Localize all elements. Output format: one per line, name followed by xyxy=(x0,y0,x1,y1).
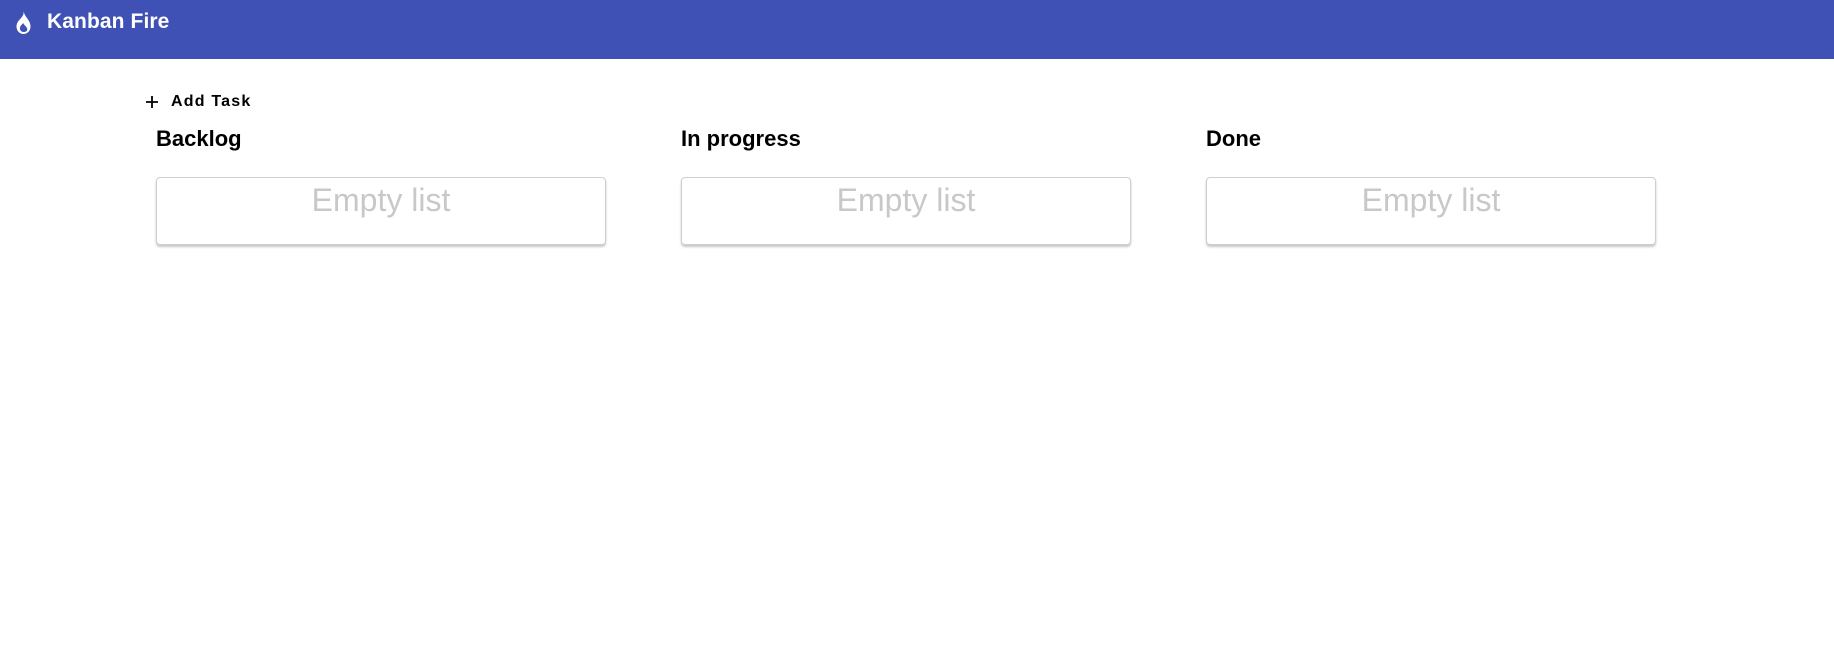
column-title: Backlog xyxy=(156,126,242,151)
kanban-board: Backlog Empty list In progress Empty lis… xyxy=(156,124,1656,245)
app-toolbar: Kanban Fire xyxy=(0,0,1834,59)
empty-list-text: Empty list xyxy=(1361,182,1501,218)
fire-icon xyxy=(16,11,31,34)
column-title: In progress xyxy=(681,126,801,151)
done-drop-list[interactable]: Empty list xyxy=(1206,177,1656,245)
add-task-label: Add Task xyxy=(171,93,252,110)
column-title: Done xyxy=(1206,126,1261,151)
add-task-button[interactable]: Add Task xyxy=(140,89,255,115)
in-progress-drop-list[interactable]: Empty list xyxy=(681,177,1131,245)
column-done: Done Empty list xyxy=(1206,124,1656,245)
column-backlog: Backlog Empty list xyxy=(156,124,606,245)
empty-list-text: Empty list xyxy=(311,182,451,218)
app-title: Kanban Fire xyxy=(47,10,170,33)
plus-icon xyxy=(146,96,158,108)
backlog-drop-list[interactable]: Empty list xyxy=(156,177,606,245)
empty-list-text: Empty list xyxy=(836,182,976,218)
column-in-progress: In progress Empty list xyxy=(681,124,1131,245)
